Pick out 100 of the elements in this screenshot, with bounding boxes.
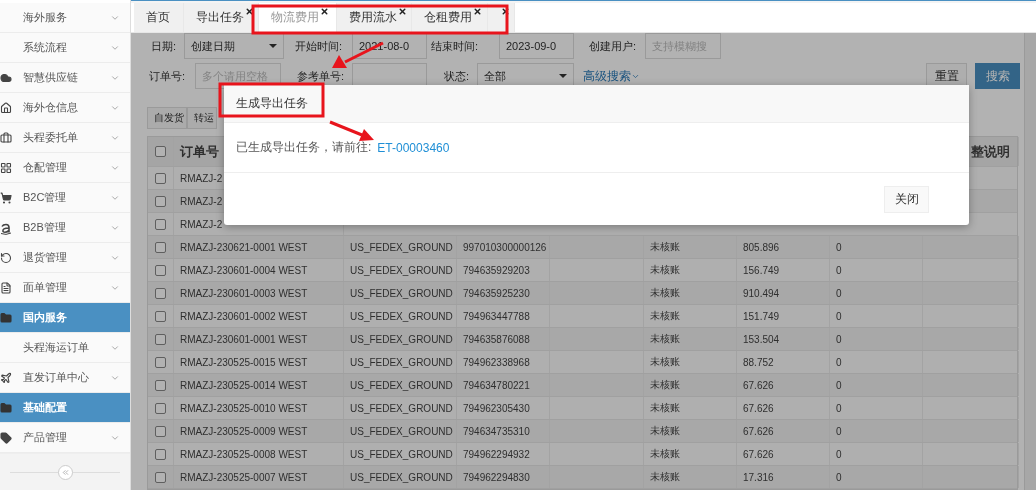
table-cell: RMAZJ-2: [180, 195, 223, 207]
table-cell: US_FEDEX_GROUND: [350, 402, 453, 414]
checkbox[interactable]: [155, 310, 166, 322]
undo-icon: [0, 252, 12, 264]
checkbox[interactable]: [155, 356, 166, 368]
table-cell: 805.896: [743, 241, 780, 253]
table-cell: 0: [836, 287, 842, 299]
checkbox[interactable]: [155, 172, 166, 184]
table-cell: 未核账: [650, 470, 680, 484]
table-cell: RMAZJ-230525-0008 WEST: [180, 448, 308, 460]
table-cell: RMAZJ-2: [180, 218, 223, 230]
subtab[interactable]: 自发货: [147, 107, 187, 129]
dialog-message: 已生成导出任务，请前往:: [236, 139, 372, 156]
sidebar-label: 头程委托单: [23, 130, 79, 145]
table-cell: RMAZJ-230525-0015 WEST: [180, 356, 308, 368]
checkbox[interactable]: [155, 425, 166, 437]
table-cell: 未核账: [650, 378, 680, 392]
sidebar-label: 海外服务: [23, 10, 68, 25]
table-cell: 未核账: [650, 240, 680, 254]
checkbox[interactable]: [155, 402, 166, 414]
close-icon[interactable]: [473, 7, 482, 16]
sidebar-item[interactable]: 仓配管理: [0, 153, 130, 183]
table-cell: 794963447788: [463, 310, 530, 322]
tab[interactable]: 首页: [134, 3, 184, 32]
input-field[interactable]: 2023-09-0: [499, 33, 574, 59]
cloud-icon: [0, 72, 12, 84]
close-icon[interactable]: [398, 7, 407, 16]
table-cell: US_FEDEX_GROUND: [350, 333, 453, 345]
checkbox[interactable]: [155, 195, 166, 207]
sidebar-item[interactable]: 海外服务: [0, 3, 130, 33]
close-icon[interactable]: [245, 7, 254, 16]
sidebar-item[interactable]: 头程委托单: [0, 123, 130, 153]
checkbox[interactable]: [155, 333, 166, 345]
table-cell: 0: [836, 264, 842, 276]
table-cell: RMAZJ-230621-0001 WEST: [180, 241, 308, 253]
sidebar-item[interactable]: 直发订单中心: [0, 363, 130, 393]
sidebar-item[interactable]: 面单管理: [0, 273, 130, 303]
sidebar-label: 海外仓信息: [23, 100, 79, 115]
sidebar-item[interactable]: 智慧供应链: [0, 63, 130, 93]
letter-a-icon: [0, 222, 12, 235]
checkbox[interactable]: [155, 448, 166, 460]
table-cell: 0: [836, 425, 842, 437]
sidebar-label: 智慧供应链: [23, 70, 79, 85]
table-cell: 67.626: [743, 402, 774, 414]
field-label: 结束时间:: [430, 38, 480, 54]
subtab[interactable]: 转运: [187, 107, 217, 129]
field-label: 状态:: [443, 68, 471, 84]
table-cell: 未核账: [650, 401, 680, 415]
table-cell: 794962294830: [463, 471, 530, 483]
checkbox[interactable]: [155, 264, 166, 276]
sidebar-label: B2C管理: [23, 190, 68, 205]
checkbox[interactable]: [155, 379, 166, 391]
table-cell: US_FEDEX_GROUND: [350, 425, 453, 437]
table-cell: US_FEDEX_GROUND: [350, 264, 453, 276]
table-cell: 794634780221: [463, 379, 530, 391]
field-label: 日期:: [150, 38, 178, 54]
sidebar-item[interactable]: B2B管理: [0, 213, 130, 243]
table-cell: 未核账: [650, 263, 680, 277]
table-cell: 0: [836, 241, 842, 253]
table-cell: 0: [836, 333, 842, 345]
sidebar-item[interactable]: 海外仓信息: [0, 93, 130, 123]
sidebar-label: B2B管理: [23, 220, 67, 235]
sidebar-item[interactable]: 产品管理: [0, 423, 130, 453]
table-cell: US_FEDEX_GROUND: [350, 310, 453, 322]
table-cell: 88.752: [743, 356, 774, 368]
checkbox[interactable]: [155, 471, 166, 483]
scrollbar[interactable]: [1024, 33, 1036, 490]
sidebar-item[interactable]: 系统流程: [0, 33, 130, 63]
table-cell: US_FEDEX_GROUND: [350, 356, 453, 368]
sidebar-item[interactable]: B2C管理: [0, 183, 130, 213]
table-cell: 997010300000126: [463, 241, 547, 253]
advanced-search-link[interactable]: 高级搜索: [583, 67, 640, 85]
table-cell: US_FEDEX_GROUND: [350, 241, 453, 253]
table-cell: 0: [836, 379, 842, 391]
sidebar-item[interactable]: 退货管理: [0, 243, 130, 273]
select-field[interactable]: 创建日期: [184, 33, 284, 59]
table-cell: US_FEDEX_GROUND: [350, 448, 453, 460]
task-link[interactable]: ET-00003460: [377, 140, 450, 155]
checkbox[interactable]: [155, 146, 166, 157]
table-cell: 67.626: [743, 379, 774, 391]
sidebar-label: 基础配置: [23, 400, 68, 415]
table-cell: 未核账: [650, 332, 680, 346]
column-header: 整说明: [971, 142, 1010, 161]
sidebar-item[interactable]: 头程海运订单: [0, 333, 130, 363]
table-cell: 794635925230: [463, 287, 530, 299]
table-cell: US_FEDEX_GROUND: [350, 471, 453, 483]
table-cell: RMAZJ-230601-0002 WEST: [180, 310, 308, 322]
sidebar-label: 系统流程: [23, 40, 68, 55]
table-cell: RMAZJ-230601-0003 WEST: [180, 287, 308, 299]
close-button[interactable]: 关闭: [884, 185, 929, 213]
checkbox[interactable]: [155, 218, 166, 230]
tab[interactable]: 导出任务: [184, 3, 259, 32]
grid-icon: [0, 162, 12, 174]
checkbox[interactable]: [155, 287, 166, 299]
folder-icon: [0, 312, 12, 324]
table-cell: 794634735310: [463, 425, 530, 437]
close-icon[interactable]: [320, 7, 329, 16]
sidebar-label: 退货管理: [23, 250, 68, 265]
table-cell: 794962305430: [463, 402, 530, 414]
checkbox[interactable]: [155, 241, 166, 253]
